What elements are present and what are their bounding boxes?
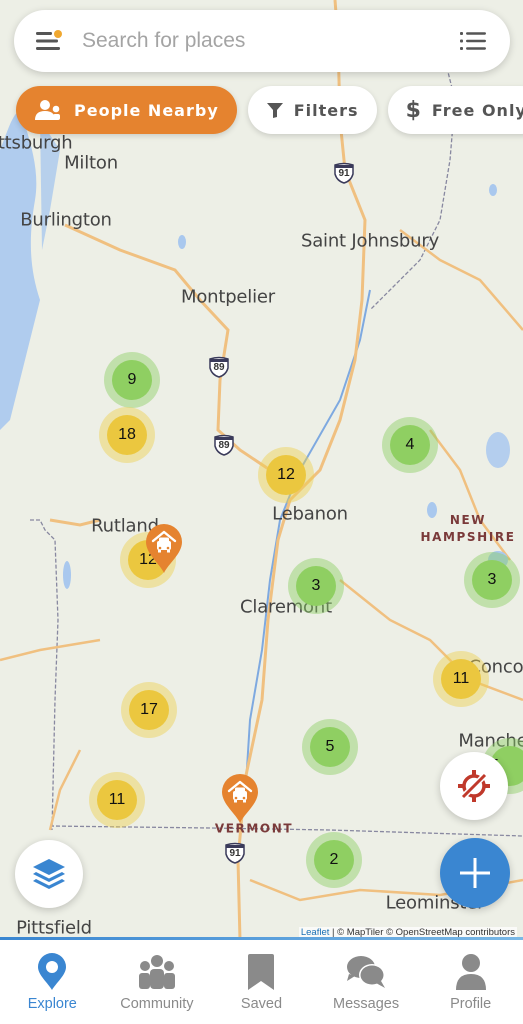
map-cluster[interactable]: 2 [306,832,362,888]
layers-icon [33,859,65,889]
add-button[interactable] [440,838,510,908]
people-icon [34,99,64,121]
tab-messages[interactable]: Messages [316,952,416,1024]
interstate-shield-icon: 89 [213,434,235,456]
map-cluster[interactable]: 3 [288,558,344,614]
cluster-count: 18 [107,415,147,455]
list-view-icon[interactable] [460,30,488,52]
profile-icon [454,952,488,992]
chip-label: Free Only [431,100,523,120]
house-car-icon [222,774,258,823]
cluster-count: 17 [129,690,169,730]
bottom-tab-bar: Explore Community Saved Messages Profile [0,940,523,1024]
house-car-icon [146,524,182,573]
cluster-count: 5 [310,727,350,767]
cluster-count: 11 [441,659,481,699]
location-off-icon [458,770,490,802]
map-cluster[interactable]: 5 [302,719,358,775]
chip-free-only[interactable]: $ Free Only [387,86,523,134]
map-pin-icon [37,952,67,992]
search-input[interactable] [82,29,460,53]
messages-icon [345,952,387,992]
dollar-icon: $ [405,97,422,123]
filter-chips: People Nearby Filters $ Free Only [16,86,523,134]
cluster-count: 12 [266,455,306,495]
shield-number: 89 [218,440,230,451]
place-label: Montpelier [181,286,275,308]
layers-button[interactable] [15,840,83,908]
interstate-shield-icon: 89 [208,356,230,378]
state-label-line: HAMPSHIRE [420,530,516,544]
place-label: Milton [64,152,118,174]
tab-saved[interactable]: Saved [211,952,311,1024]
chip-label: People Nearby [74,100,219,120]
chip-label: Filters [293,100,359,120]
cluster-count: 9 [112,360,152,400]
bookmark-icon [247,952,275,992]
map-cluster[interactable]: 18 [99,407,155,463]
plus-icon [460,858,490,888]
location-off-button[interactable] [440,752,508,820]
shield-number: 91 [338,168,350,179]
tab-profile[interactable]: Profile [421,952,521,1024]
map-cluster[interactable]: 11 [433,651,489,707]
cluster-count: 2 [314,840,354,880]
shield-number: 91 [229,848,241,859]
tab-explore[interactable]: Explore [2,952,102,1024]
place-label: Lebanon [272,503,348,525]
place-label: Saint Johnsbury [300,230,440,252]
community-icon [137,952,177,992]
shield-number: 89 [213,362,225,373]
place-label: Pittsfield [16,917,92,939]
tab-label: Community [120,996,194,1012]
tab-community[interactable]: Community [107,952,207,1024]
tab-label: Profile [450,996,492,1012]
map-cluster[interactable]: 17 [121,682,177,738]
map-cluster[interactable]: 4 [382,417,438,473]
place-label: Plattsburgh [0,132,73,154]
cluster-count: 3 [472,560,512,600]
map-cluster[interactable]: 9 [104,352,160,408]
campsite-pin[interactable] [144,522,184,574]
tab-label: Explore [27,996,77,1012]
cluster-count: 11 [97,780,137,820]
cluster-count: 3 [296,566,336,606]
menu-icon[interactable] [36,29,64,53]
cluster-count: 4 [390,425,430,465]
state-label-new-hampshire: NEW HAMPSHIRE [420,512,515,546]
map-cluster[interactable]: 3 [464,552,520,608]
tab-label: Saved [240,996,283,1012]
chip-filters[interactable]: Filters [247,86,377,134]
search-bar [14,10,510,72]
funnel-icon [266,101,284,119]
map-cluster[interactable]: 12 [258,447,314,503]
state-label-line: NEW [449,513,487,527]
tab-label: Messages [333,996,400,1012]
interstate-shield-icon: 91 [333,162,355,184]
map-cluster[interactable]: 11 [89,772,145,828]
chip-people-nearby[interactable]: People Nearby [16,86,237,134]
interstate-shield-icon: 91 [224,842,246,864]
place-label: Burlington [20,209,112,231]
campsite-pin[interactable] [220,772,260,824]
